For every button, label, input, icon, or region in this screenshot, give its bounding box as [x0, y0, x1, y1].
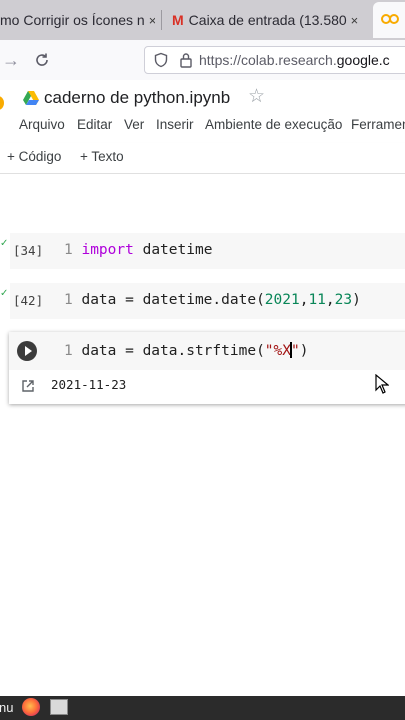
url-prefix: https://colab.research.	[199, 52, 337, 68]
menu-ambiente[interactable]: Ambiente de execução	[205, 117, 342, 132]
code-keyword: import	[81, 242, 134, 258]
taskbar-menu-label[interactable]: nu	[0, 700, 13, 715]
app-icon[interactable]	[50, 699, 68, 715]
tab-divider	[161, 10, 162, 30]
code-number: 2021	[264, 292, 300, 308]
colab-logo-icon	[381, 14, 399, 26]
forward-icon[interactable]: →	[2, 50, 20, 71]
check-icon: ✓	[0, 288, 9, 299]
url-field[interactable]: https://colab.research.google.c	[144, 46, 405, 74]
notebook-title[interactable]: caderno de python.ipynb	[44, 88, 230, 108]
line-number: 1	[64, 242, 73, 258]
tab-title: mo Corrigir os Ícones n	[0, 12, 145, 28]
close-tab-icon[interactable]: ×	[149, 13, 155, 28]
cell-output: 2021-11-23	[51, 377, 127, 392]
menu-inserir[interactable]: Inserir	[156, 117, 194, 132]
gmail-icon: M	[172, 12, 184, 28]
close-tab-icon[interactable]: ×	[351, 13, 359, 28]
active-code-cell[interactable]: 1 data = data.strftime("%X") 2021-11-23	[9, 332, 405, 404]
menu-editar[interactable]: Editar	[77, 117, 112, 132]
line-number: 1	[64, 292, 73, 308]
code-text: datetime	[133, 242, 213, 258]
lock-icon[interactable]	[179, 52, 193, 68]
code-line[interactable]: 1 data = datetime.date(2021,11,23)	[64, 292, 361, 308]
code-text: ,	[325, 292, 335, 308]
add-text-button[interactable]: + Texto	[80, 149, 124, 164]
check-icon: ✓	[0, 238, 9, 249]
tab-icones[interactable]: mo Corrigir os Ícones n ×	[0, 0, 155, 40]
mouse-pointer-icon	[375, 374, 389, 394]
reload-icon[interactable]	[34, 52, 50, 68]
menu-ferramentas[interactable]: Ferramen	[351, 117, 405, 132]
code-string: "	[291, 343, 300, 359]
code-number: 11	[308, 292, 326, 308]
drive-icon	[23, 91, 39, 105]
tab-gmail[interactable]: M Caixa de entrada (13.580 ×	[172, 0, 362, 40]
firefox-icon[interactable]	[22, 698, 40, 716]
menu-ver[interactable]: Ver	[124, 117, 144, 132]
run-cell-button[interactable]	[17, 341, 37, 361]
add-code-button[interactable]: + Código	[7, 149, 61, 164]
url-text: https://colab.research.google.c	[199, 52, 390, 68]
url-domain: google.c	[336, 52, 390, 68]
execution-count: [34]	[13, 243, 44, 258]
execution-count: [42]	[13, 293, 44, 308]
tab-colab-active[interactable]	[373, 2, 405, 38]
code-number: 23	[334, 292, 353, 308]
navigation-bar: → https://colab.research.google.c	[0, 40, 405, 81]
code-string: "%X	[264, 343, 291, 359]
line-number: 1	[64, 343, 73, 359]
code-text: )	[299, 343, 309, 359]
code-text: data = datetime.date(	[81, 292, 265, 308]
code-text: )	[352, 292, 361, 308]
browser-tab-bar: mo Corrigir os Ícones n × M Caixa de ent…	[0, 0, 405, 40]
shield-icon[interactable]	[153, 52, 169, 68]
star-icon[interactable]: ☆	[248, 85, 265, 108]
code-text: data = data.strftime(	[81, 343, 265, 359]
tab-title: Caixa de entrada (13.580	[188, 12, 347, 28]
code-line[interactable]: 1 import datetime	[64, 242, 212, 258]
menu-arquivo[interactable]: Arquivo	[19, 117, 65, 132]
code-line[interactable]: 1 data = data.strftime("%X")	[64, 342, 308, 359]
output-icon[interactable]	[21, 379, 35, 393]
